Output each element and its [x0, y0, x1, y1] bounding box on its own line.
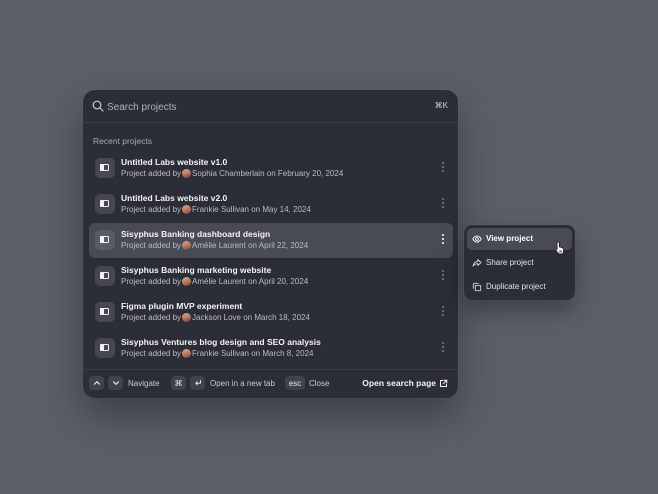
meta-prefix: Project added by — [121, 313, 182, 322]
open-tab-hint: Open in a new tab — [210, 379, 275, 388]
command-key-icon: ⌘ — [171, 376, 186, 390]
enter-key-icon — [190, 376, 205, 390]
footer-bar: Navigate ⌘ Open in a new tab esc Close O… — [83, 369, 458, 398]
project-meta: Project added by Frankie Sullivan on Mar… — [121, 349, 313, 358]
project-icon — [95, 266, 115, 286]
project-row[interactable]: Untitled Labs website v2.0 Project added… — [89, 187, 453, 222]
navigate-hint: Navigate — [128, 379, 160, 388]
avatar — [182, 205, 192, 214]
project-icon — [95, 158, 115, 178]
meta-author: Jackson Love — [192, 313, 241, 322]
avatar — [182, 277, 192, 286]
meta-prefix: Project added by — [121, 277, 182, 286]
meta-author: Frankie Sullivan — [192, 205, 249, 214]
meta-author: Sophia Chamberlain — [192, 169, 265, 178]
more-options-icon[interactable] — [440, 268, 446, 282]
more-options-icon[interactable] — [440, 304, 446, 318]
project-title: Untitled Labs website v1.0 — [121, 157, 228, 167]
project-context-menu: View project Share project Duplicate pro… — [464, 225, 575, 300]
menu-item-label: Duplicate project — [486, 282, 546, 291]
meta-author: Frankie Sullivan — [192, 349, 249, 358]
meta-prefix: Project added by — [121, 169, 182, 178]
meta-date: on April 22, 2024 — [248, 241, 309, 250]
meta-date: on April 20, 2024 — [248, 277, 309, 286]
project-row[interactable]: Figma plugin MVP experiment Project adde… — [89, 295, 453, 330]
project-icon — [95, 230, 115, 250]
meta-date: on May 14, 2024 — [251, 205, 311, 214]
arrow-up-key-icon — [89, 376, 104, 390]
avatar — [182, 241, 192, 250]
open-search-label: Open search page — [362, 378, 436, 388]
project-meta: Project added by Jackson Love on March 1… — [121, 313, 310, 322]
meta-date: on February 20, 2024 — [266, 169, 344, 178]
avatar — [182, 169, 192, 178]
more-options-icon[interactable] — [440, 232, 446, 246]
menu-item-label: View project — [486, 234, 533, 243]
avatar — [182, 349, 192, 358]
section-title: Recent projects — [93, 136, 153, 146]
close-hint: Close — [309, 379, 330, 388]
command-palette: ⌘K Recent projects Untitled Labs website… — [83, 90, 458, 398]
pointer-cursor-icon — [555, 241, 564, 255]
project-row[interactable]: Sisyphus Banking marketing website Proje… — [89, 259, 453, 294]
share-project-menu-item[interactable]: Share project — [467, 252, 572, 274]
search-bar: ⌘K — [83, 90, 458, 123]
more-options-icon[interactable] — [440, 196, 446, 210]
eye-icon — [472, 235, 482, 243]
search-input[interactable] — [107, 99, 407, 115]
project-row-selected[interactable]: Sisyphus Banking dashboard design Projec… — [89, 223, 453, 258]
project-meta: Project added by Sophia Chamberlain on F… — [121, 169, 343, 178]
avatar — [182, 313, 192, 322]
external-link-icon — [440, 379, 448, 387]
project-icon — [95, 194, 115, 214]
meta-author: Amélie Laurent — [192, 277, 246, 286]
search-icon — [92, 100, 104, 112]
meta-date: on March 18, 2024 — [243, 313, 310, 322]
copy-icon — [472, 282, 482, 292]
meta-date: on March 8, 2024 — [251, 349, 314, 358]
project-title: Figma plugin MVP experiment — [121, 301, 243, 311]
more-options-icon[interactable] — [440, 160, 446, 174]
project-meta: Project added by Frankie Sullivan on May… — [121, 205, 311, 214]
more-options-icon[interactable] — [440, 340, 446, 354]
project-row[interactable]: Untitled Labs website v1.0 Project added… — [89, 151, 453, 186]
project-title: Sisyphus Banking marketing website — [121, 265, 272, 275]
project-title: Sisyphus Banking dashboard design — [121, 229, 271, 239]
project-title: Sisyphus Ventures blog design and SEO an… — [121, 337, 321, 347]
duplicate-project-menu-item[interactable]: Duplicate project — [467, 276, 572, 298]
menu-item-label: Share project — [486, 258, 534, 267]
meta-prefix: Project added by — [121, 349, 182, 358]
project-title: Untitled Labs website v2.0 — [121, 193, 228, 203]
project-icon — [95, 302, 115, 322]
arrow-down-key-icon — [108, 376, 123, 390]
project-meta: Project added by Amélie Laurent on April… — [121, 241, 308, 250]
esc-key: esc — [285, 376, 305, 390]
project-icon — [95, 338, 115, 358]
meta-author: Amélie Laurent — [192, 241, 246, 250]
share-icon — [472, 259, 482, 267]
meta-prefix: Project added by — [121, 241, 182, 250]
project-meta: Project added by Amélie Laurent on April… — [121, 277, 308, 286]
project-row[interactable]: Sisyphus Ventures blog design and SEO an… — [89, 331, 453, 366]
search-shortcut: ⌘K — [434, 101, 448, 110]
meta-prefix: Project added by — [121, 205, 182, 214]
project-list: Untitled Labs website v1.0 Project added… — [89, 151, 453, 367]
open-search-page-link[interactable]: Open search page — [362, 378, 448, 388]
